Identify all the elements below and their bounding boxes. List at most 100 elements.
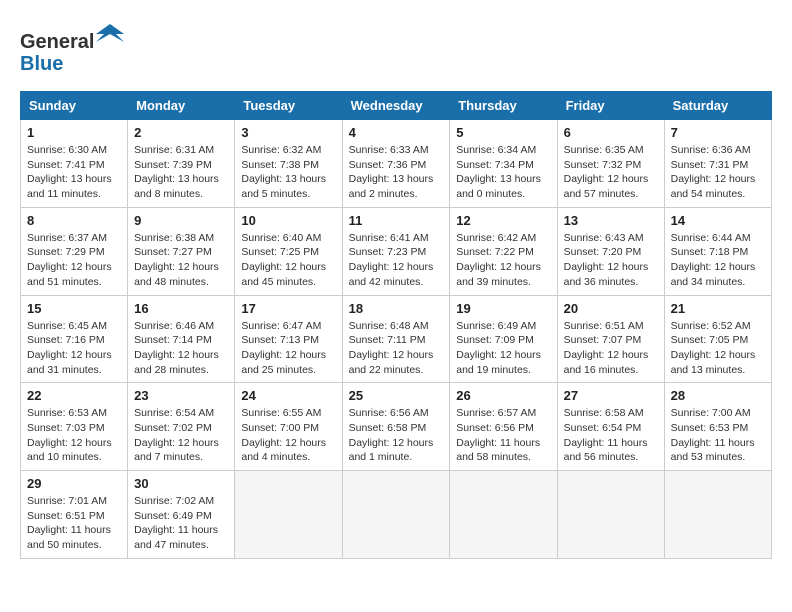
calendar-week-4: 22 Sunrise: 6:53 AM Sunset: 7:03 PM Dayl… — [21, 383, 772, 471]
day-info: Sunrise: 6:54 AM Sunset: 7:02 PM Dayligh… — [134, 406, 228, 465]
calendar-day: 20 Sunrise: 6:51 AM Sunset: 7:07 PM Dayl… — [557, 295, 664, 383]
col-header-tuesday: Tuesday — [235, 92, 342, 120]
calendar-day: 6 Sunrise: 6:35 AM Sunset: 7:32 PM Dayli… — [557, 120, 664, 208]
day-info: Sunrise: 6:56 AM Sunset: 6:58 PM Dayligh… — [349, 406, 444, 465]
day-info: Sunrise: 6:49 AM Sunset: 7:09 PM Dayligh… — [456, 319, 550, 378]
day-info: Sunrise: 6:30 AM Sunset: 7:41 PM Dayligh… — [27, 143, 121, 202]
calendar-day: 22 Sunrise: 6:53 AM Sunset: 7:03 PM Dayl… — [21, 383, 128, 471]
day-number: 27 — [564, 388, 658, 403]
day-info: Sunrise: 6:46 AM Sunset: 7:14 PM Dayligh… — [134, 319, 228, 378]
day-info: Sunrise: 6:43 AM Sunset: 7:20 PM Dayligh… — [564, 231, 658, 290]
col-header-saturday: Saturday — [664, 92, 771, 120]
calendar-table: SundayMondayTuesdayWednesdayThursdayFrid… — [20, 91, 772, 559]
calendar-day: 10 Sunrise: 6:40 AM Sunset: 7:25 PM Dayl… — [235, 207, 342, 295]
calendar-day — [557, 471, 664, 559]
calendar-day: 21 Sunrise: 6:52 AM Sunset: 7:05 PM Dayl… — [664, 295, 771, 383]
calendar-day: 13 Sunrise: 6:43 AM Sunset: 7:20 PM Dayl… — [557, 207, 664, 295]
day-info: Sunrise: 6:38 AM Sunset: 7:27 PM Dayligh… — [134, 231, 228, 290]
col-header-friday: Friday — [557, 92, 664, 120]
col-header-monday: Monday — [128, 92, 235, 120]
day-number: 2 — [134, 125, 228, 140]
day-number: 12 — [456, 213, 550, 228]
day-info: Sunrise: 6:42 AM Sunset: 7:22 PM Dayligh… — [456, 231, 550, 290]
calendar-day: 12 Sunrise: 6:42 AM Sunset: 7:22 PM Dayl… — [450, 207, 557, 295]
calendar-day — [235, 471, 342, 559]
day-number: 24 — [241, 388, 335, 403]
calendar-day — [664, 471, 771, 559]
day-info: Sunrise: 6:51 AM Sunset: 7:07 PM Dayligh… — [564, 319, 658, 378]
calendar-day: 7 Sunrise: 6:36 AM Sunset: 7:31 PM Dayli… — [664, 120, 771, 208]
day-number: 3 — [241, 125, 335, 140]
logo-blue-text: Blue — [20, 53, 124, 75]
day-info: Sunrise: 6:41 AM Sunset: 7:23 PM Dayligh… — [349, 231, 444, 290]
day-info: Sunrise: 6:57 AM Sunset: 6:56 PM Dayligh… — [456, 406, 550, 465]
day-number: 9 — [134, 213, 228, 228]
day-number: 6 — [564, 125, 658, 140]
day-number: 28 — [671, 388, 765, 403]
day-number: 15 — [27, 301, 121, 316]
calendar-day: 14 Sunrise: 6:44 AM Sunset: 7:18 PM Dayl… — [664, 207, 771, 295]
day-number: 25 — [349, 388, 444, 403]
day-info: Sunrise: 6:44 AM Sunset: 7:18 PM Dayligh… — [671, 231, 765, 290]
col-header-thursday: Thursday — [450, 92, 557, 120]
day-info: Sunrise: 6:48 AM Sunset: 7:11 PM Dayligh… — [349, 319, 444, 378]
day-info: Sunrise: 7:02 AM Sunset: 6:49 PM Dayligh… — [134, 494, 228, 553]
calendar-week-5: 29 Sunrise: 7:01 AM Sunset: 6:51 PM Dayl… — [21, 471, 772, 559]
day-number: 1 — [27, 125, 121, 140]
day-number: 10 — [241, 213, 335, 228]
day-info: Sunrise: 6:35 AM Sunset: 7:32 PM Dayligh… — [564, 143, 658, 202]
day-number: 22 — [27, 388, 121, 403]
day-info: Sunrise: 6:52 AM Sunset: 7:05 PM Dayligh… — [671, 319, 765, 378]
col-header-wednesday: Wednesday — [342, 92, 450, 120]
day-info: Sunrise: 7:01 AM Sunset: 6:51 PM Dayligh… — [27, 494, 121, 553]
day-number: 18 — [349, 301, 444, 316]
calendar-day: 25 Sunrise: 6:56 AM Sunset: 6:58 PM Dayl… — [342, 383, 450, 471]
day-number: 8 — [27, 213, 121, 228]
calendar-week-3: 15 Sunrise: 6:45 AM Sunset: 7:16 PM Dayl… — [21, 295, 772, 383]
calendar-day: 9 Sunrise: 6:38 AM Sunset: 7:27 PM Dayli… — [128, 207, 235, 295]
day-number: 11 — [349, 213, 444, 228]
day-number: 21 — [671, 301, 765, 316]
day-number: 7 — [671, 125, 765, 140]
calendar-week-1: 1 Sunrise: 6:30 AM Sunset: 7:41 PM Dayli… — [21, 120, 772, 208]
calendar-day: 19 Sunrise: 6:49 AM Sunset: 7:09 PM Dayl… — [450, 295, 557, 383]
logo-general: General — [20, 31, 94, 53]
calendar-week-2: 8 Sunrise: 6:37 AM Sunset: 7:29 PM Dayli… — [21, 207, 772, 295]
calendar-day: 17 Sunrise: 6:47 AM Sunset: 7:13 PM Dayl… — [235, 295, 342, 383]
day-number: 29 — [27, 476, 121, 491]
day-number: 20 — [564, 301, 658, 316]
calendar-day: 4 Sunrise: 6:33 AM Sunset: 7:36 PM Dayli… — [342, 120, 450, 208]
calendar-day: 30 Sunrise: 7:02 AM Sunset: 6:49 PM Dayl… — [128, 471, 235, 559]
calendar-day — [450, 471, 557, 559]
calendar-day: 28 Sunrise: 7:00 AM Sunset: 6:53 PM Dayl… — [664, 383, 771, 471]
day-info: Sunrise: 6:58 AM Sunset: 6:54 PM Dayligh… — [564, 406, 658, 465]
day-number: 16 — [134, 301, 228, 316]
day-info: Sunrise: 6:47 AM Sunset: 7:13 PM Dayligh… — [241, 319, 335, 378]
page-header: General Blue — [20, 20, 772, 75]
calendar-day: 2 Sunrise: 6:31 AM Sunset: 7:39 PM Dayli… — [128, 120, 235, 208]
day-info: Sunrise: 6:37 AM Sunset: 7:29 PM Dayligh… — [27, 231, 121, 290]
day-info: Sunrise: 6:32 AM Sunset: 7:38 PM Dayligh… — [241, 143, 335, 202]
calendar-day: 24 Sunrise: 6:55 AM Sunset: 7:00 PM Dayl… — [235, 383, 342, 471]
day-info: Sunrise: 6:40 AM Sunset: 7:25 PM Dayligh… — [241, 231, 335, 290]
day-info: Sunrise: 6:55 AM Sunset: 7:00 PM Dayligh… — [241, 406, 335, 465]
day-number: 17 — [241, 301, 335, 316]
calendar-day: 16 Sunrise: 6:46 AM Sunset: 7:14 PM Dayl… — [128, 295, 235, 383]
calendar-day: 11 Sunrise: 6:41 AM Sunset: 7:23 PM Dayl… — [342, 207, 450, 295]
calendar-day: 15 Sunrise: 6:45 AM Sunset: 7:16 PM Dayl… — [21, 295, 128, 383]
day-number: 19 — [456, 301, 550, 316]
day-number: 13 — [564, 213, 658, 228]
calendar-day: 18 Sunrise: 6:48 AM Sunset: 7:11 PM Dayl… — [342, 295, 450, 383]
day-info: Sunrise: 6:45 AM Sunset: 7:16 PM Dayligh… — [27, 319, 121, 378]
day-number: 30 — [134, 476, 228, 491]
day-info: Sunrise: 6:31 AM Sunset: 7:39 PM Dayligh… — [134, 143, 228, 202]
logo-text: General — [20, 20, 124, 53]
day-info: Sunrise: 6:36 AM Sunset: 7:31 PM Dayligh… — [671, 143, 765, 202]
calendar-day: 1 Sunrise: 6:30 AM Sunset: 7:41 PM Dayli… — [21, 120, 128, 208]
calendar-day: 29 Sunrise: 7:01 AM Sunset: 6:51 PM Dayl… — [21, 471, 128, 559]
day-number: 26 — [456, 388, 550, 403]
calendar-day — [342, 471, 450, 559]
calendar-day: 5 Sunrise: 6:34 AM Sunset: 7:34 PM Dayli… — [450, 120, 557, 208]
logo-bird-icon — [96, 20, 124, 48]
day-info: Sunrise: 7:00 AM Sunset: 6:53 PM Dayligh… — [671, 406, 765, 465]
